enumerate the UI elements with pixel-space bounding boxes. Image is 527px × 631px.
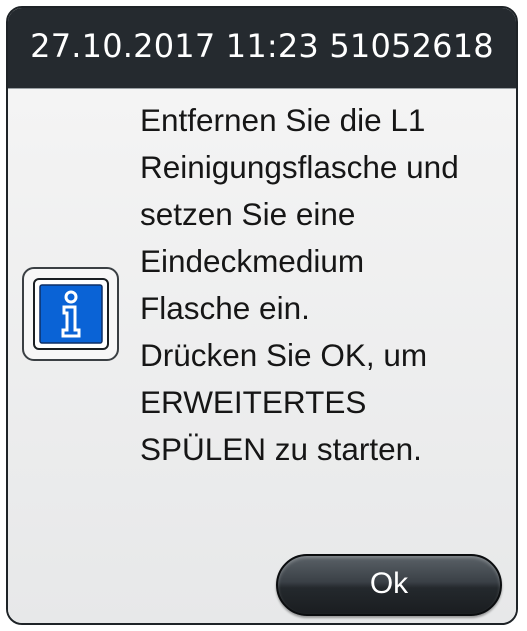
ok-button-label: Ok: [369, 567, 409, 600]
ok-button[interactable]: Ok: [276, 554, 502, 616]
dialog-title: 27.10.2017 11:23 51052618: [30, 27, 494, 65]
dialog-title-bar: 27.10.2017 11:23 51052618: [8, 8, 516, 88]
info-icon-frame: [22, 267, 119, 361]
dialog-body: Entfernen Sie die L1 Reinigungsflasche u…: [8, 88, 516, 623]
dialog-message: Entfernen Sie die L1 Reinigungsflasche u…: [140, 102, 459, 467]
message-dialog: 27.10.2017 11:23 51052618 Entfernen Sie …: [6, 6, 518, 625]
info-icon: [32, 278, 109, 350]
